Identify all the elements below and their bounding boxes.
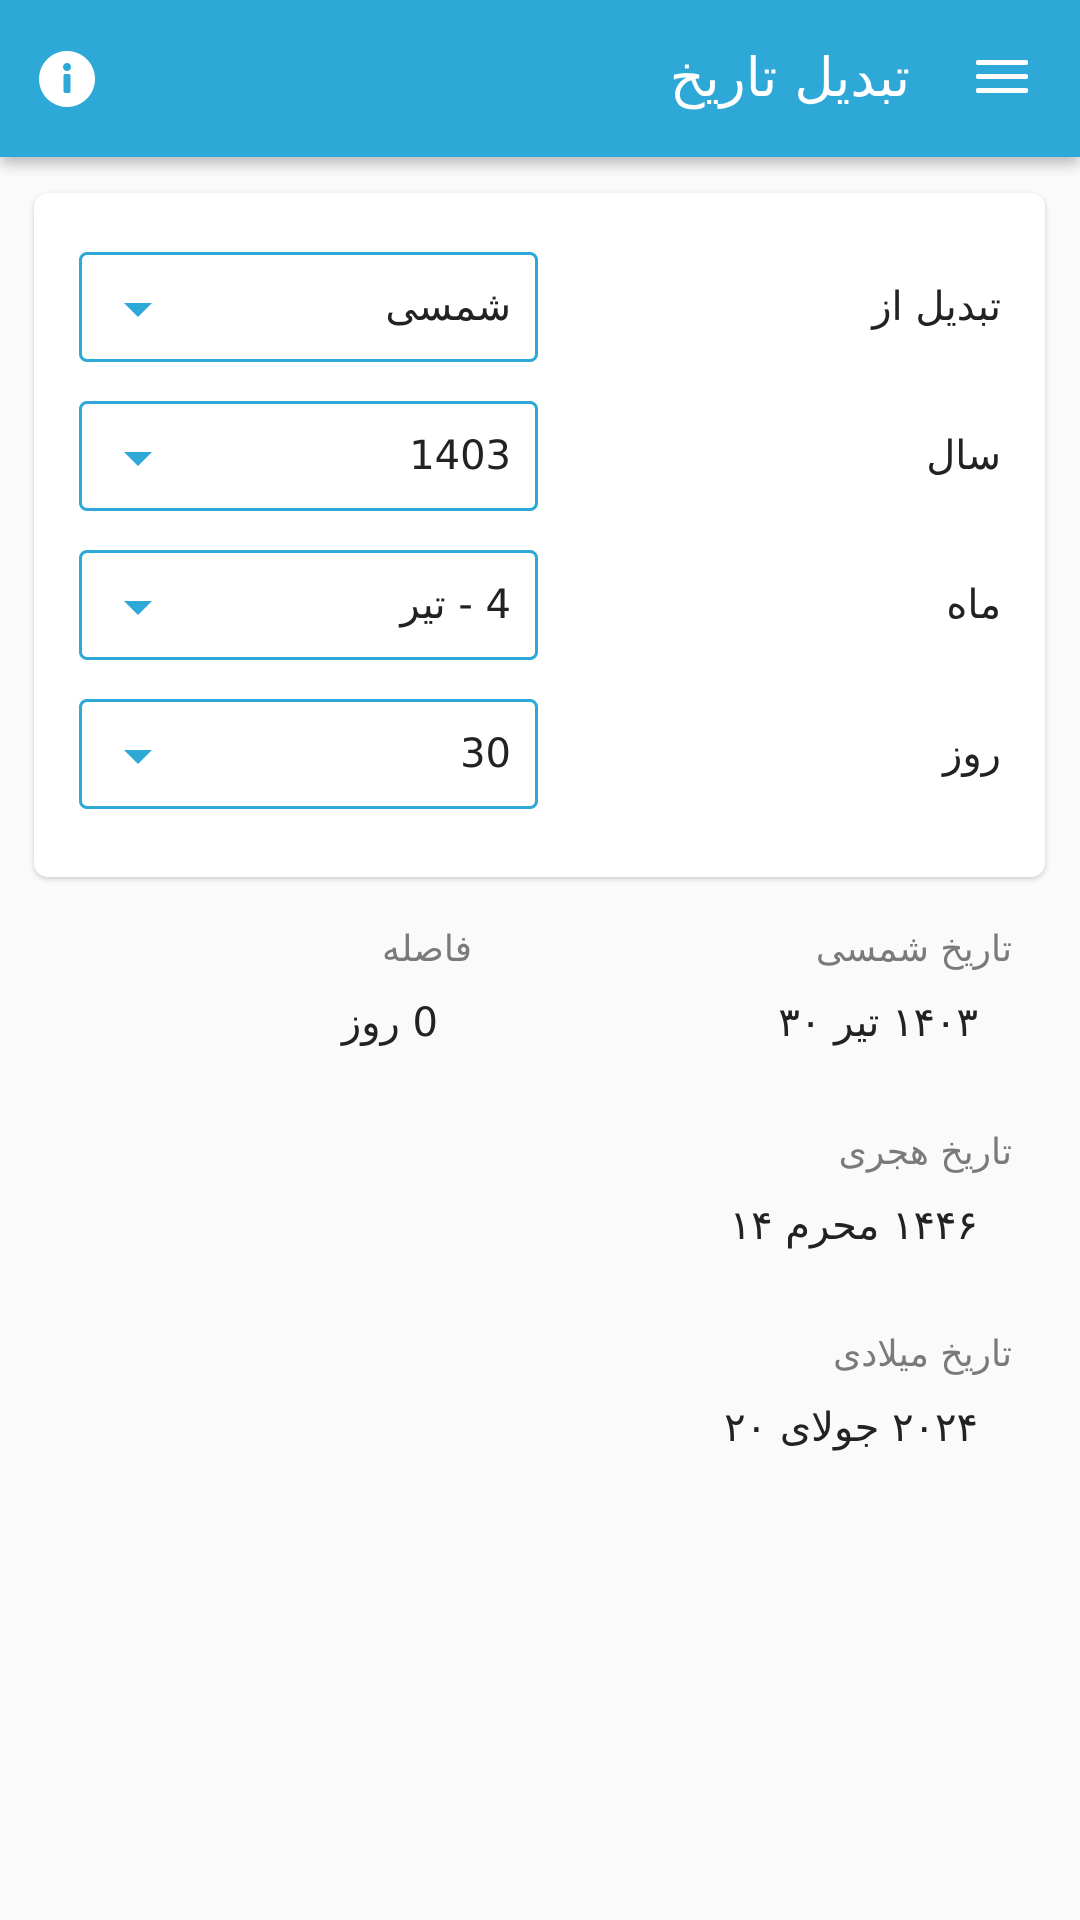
month-select[interactable]: 4 - تیر — [79, 550, 538, 660]
convert-from-label: تبدیل از — [872, 284, 1001, 330]
day-select[interactable]: 30 — [79, 699, 538, 809]
gap-value: 0 روز — [341, 1000, 438, 1046]
app-title: تبدیل تاریخ — [669, 46, 910, 109]
hijri-result: تاریخ هجری ۱۴۴۶ محرم ۱۴ — [730, 1128, 1012, 1254]
day-row: روز 30 — [34, 699, 1045, 809]
year-label: سال — [926, 433, 1001, 479]
gap-result: فاصله 0 روز — [342, 925, 472, 1051]
shamsi-result: تاریخ شمسی ۱۴۰۳ تیر ۳۰ — [778, 925, 1012, 1051]
info-icon[interactable] — [39, 51, 95, 107]
converter-form-card: تبدیل از شمسی سال 1403 ماه 4 - تیر روز 3… — [34, 193, 1045, 877]
month-label: ماه — [946, 582, 1001, 628]
day-label: روز — [943, 731, 1001, 777]
month-value: 4 - تیر — [400, 582, 511, 628]
chevron-down-icon — [124, 303, 152, 317]
chevron-down-icon — [124, 601, 152, 615]
year-row: سال 1403 — [34, 401, 1045, 511]
gregorian-value: ۲۰۲۴ جولای ۲۰ — [724, 1405, 978, 1451]
convert-from-value: شمسی — [385, 284, 511, 330]
hijri-label: تاریخ هجری — [838, 1132, 1012, 1173]
convert-from-select[interactable]: شمسی — [79, 252, 538, 362]
day-value: 30 — [460, 731, 511, 777]
gap-label: فاصله — [382, 929, 472, 970]
gregorian-result: تاریخ میلادی ۲۰۲۴ جولای ۲۰ — [724, 1330, 1012, 1456]
convert-from-row: تبدیل از شمسی — [34, 252, 1045, 362]
year-value: 1403 — [409, 433, 511, 479]
app-bar: تبدیل تاریخ — [0, 0, 1080, 157]
month-row: ماه 4 - تیر — [34, 550, 1045, 660]
shamsi-value: ۱۴۰۳ تیر ۳۰ — [778, 1000, 978, 1046]
chevron-down-icon — [124, 750, 152, 764]
year-select[interactable]: 1403 — [79, 401, 538, 511]
hijri-value: ۱۴۴۶ محرم ۱۴ — [729, 1203, 978, 1249]
chevron-down-icon — [124, 452, 152, 466]
shamsi-label: تاریخ شمسی — [815, 929, 1012, 970]
gregorian-label: تاریخ میلادی — [833, 1334, 1012, 1375]
hamburger-menu-icon[interactable] — [976, 60, 1028, 94]
